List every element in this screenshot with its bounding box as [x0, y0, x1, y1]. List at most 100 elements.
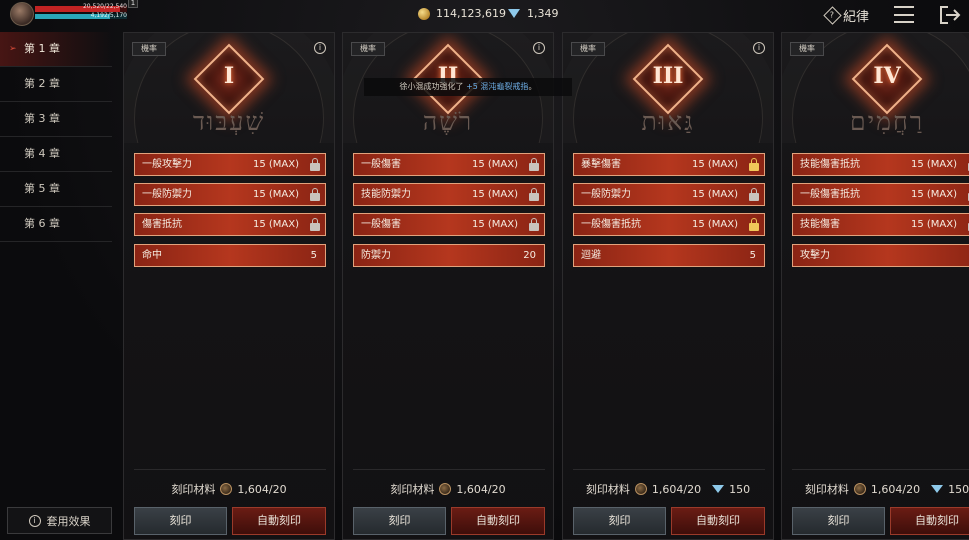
stat-name: 一般傷害	[361, 219, 401, 230]
divider	[792, 469, 969, 470]
material-count: 1,604/20	[870, 482, 921, 496]
arrow-right-icon: ➢	[9, 44, 17, 54]
emblem-inscription: רֹשֶׁה	[422, 107, 474, 136]
chapter-tab-5[interactable]: 第 5 章	[0, 172, 112, 207]
stat-value: 15 (MAX)	[691, 189, 738, 200]
chapter-tab-4[interactable]: 第 4 章	[0, 137, 112, 172]
info-icon[interactable]: i	[533, 42, 545, 54]
gem-currency: 1,349	[508, 7, 559, 20]
stat-value: 15 (MAX)	[910, 219, 957, 230]
probability-button[interactable]: 機率	[790, 42, 824, 56]
question-diamond-icon: ?	[823, 6, 842, 25]
gold-currency: 114,123,619	[418, 7, 506, 20]
diamond-icon	[931, 484, 944, 494]
stat-name: 技能傷害	[800, 219, 840, 230]
auto-engrave-button[interactable]: 自動刻印	[232, 507, 326, 535]
material-cost: 刻印材料 1,604/20 150	[782, 481, 969, 497]
stat-row[interactable]: 一般傷害 15 (MAX)	[353, 213, 545, 236]
emblem-inscription: רַחֲמִים	[849, 107, 925, 136]
stat-row[interactable]: 一般防禦力 15 (MAX)	[134, 183, 326, 206]
stat-row[interactable]: 一般傷害 15 (MAX)	[353, 153, 545, 176]
roman-numeral: III	[652, 63, 684, 89]
material-count: 1,604/20	[237, 482, 287, 496]
stat-value: 15 (MAX)	[252, 189, 299, 200]
stat-value: 15 (MAX)	[910, 189, 957, 200]
engraving-screen: 20,520/22,540 4,192/5,170 1 114,123,619 …	[0, 0, 969, 540]
locked-icon[interactable]	[749, 158, 759, 171]
unlocked-icon[interactable]	[310, 158, 320, 171]
stat-row[interactable]: 暴擊傷害 15 (MAX)	[573, 153, 765, 176]
stat-name: 一般防禦力	[142, 189, 192, 200]
chapter-tab-6[interactable]: 第 6 章	[0, 207, 112, 242]
locked-icon[interactable]	[749, 218, 759, 231]
unlocked-icon[interactable]	[529, 158, 539, 171]
unlocked-icon[interactable]	[529, 218, 539, 231]
exit-icon[interactable]	[939, 5, 961, 25]
auto-engrave-button[interactable]: 自動刻印	[671, 507, 765, 535]
probability-button[interactable]: 機率	[132, 42, 166, 56]
info-icon[interactable]: i	[314, 42, 326, 54]
engrave-material-icon	[853, 483, 866, 495]
roman-numeral: IV	[873, 63, 901, 89]
chapter-tab-1[interactable]: ➢ 第 1 章	[0, 32, 112, 67]
chapter-sidebar: ➢ 第 1 章 第 2 章 第 3 章 第 4 章 第 5 章 第 6 章	[0, 32, 112, 242]
chapter-tab-3[interactable]: 第 3 章	[0, 102, 112, 137]
unlocked-icon[interactable]	[529, 188, 539, 201]
probability-button[interactable]: 機率	[571, 42, 605, 56]
divider	[353, 469, 545, 470]
hamburger-menu-icon[interactable]	[894, 6, 914, 23]
chapter-tab-2[interactable]: 第 2 章	[0, 67, 112, 102]
emblem-inscription: גַּאוּת	[641, 107, 695, 136]
gold-amount: 114,123,619	[436, 7, 506, 20]
roman-numeral: I	[223, 63, 235, 89]
auto-engrave-button[interactable]: 自動刻印	[451, 507, 545, 535]
engraving-card-2: II רֹשֶׁה 機率 i 一般傷害 15 (MAX) 技能防禦力 15 (M…	[342, 32, 554, 540]
stat-row[interactable]: 一般傷害抵抗 15 (MAX)	[573, 213, 765, 236]
stat-row[interactable]: 技能防禦力 15 (MAX)	[353, 183, 545, 206]
stat-row[interactable]: 技能傷害抵抗 15 (MAX)	[792, 153, 969, 176]
toast-item: +5 混沌龜裂戒指	[466, 82, 529, 91]
stat-list: 一般攻擊力 15 (MAX) 一般防禦力 15 (MAX) 傷害抵抗 15 (M…	[134, 153, 326, 274]
stat-row[interactable]: 一般防禦力 15 (MAX)	[573, 183, 765, 206]
stat-value: 15 (MAX)	[691, 219, 738, 230]
discipline-button[interactable]: ? 紀律	[823, 6, 870, 25]
bonus-stat-name: 命中	[142, 250, 162, 261]
gem-amount: 1,349	[527, 7, 559, 20]
bonus-stat-value: 5	[749, 250, 756, 261]
player-avatar[interactable]	[10, 2, 34, 26]
stat-row[interactable]: 傷害抵抗 15 (MAX)	[134, 213, 326, 236]
material-label: 刻印材料	[585, 483, 630, 496]
material-label: 刻印材料	[171, 483, 216, 496]
engrave-button[interactable]: 刻印	[353, 507, 446, 535]
engrave-button[interactable]: 刻印	[573, 507, 666, 535]
gem-cost: 150	[729, 482, 751, 496]
level-badge: 1	[128, 0, 138, 8]
engrave-material-icon	[439, 483, 452, 495]
material-count: 1,604/20	[456, 482, 506, 496]
engrave-button[interactable]: 刻印	[792, 507, 885, 535]
diamond-icon	[712, 484, 725, 494]
engrave-material-icon	[220, 483, 233, 495]
unlocked-icon[interactable]	[310, 188, 320, 201]
unlocked-icon[interactable]	[310, 218, 320, 231]
diamond-icon	[508, 8, 521, 19]
stat-list: 一般傷害 15 (MAX) 技能防禦力 15 (MAX) 一般傷害 15 (MA…	[353, 153, 545, 274]
bonus-stat-row: 攻擊力	[792, 244, 969, 267]
stat-value: 15 (MAX)	[691, 159, 738, 170]
discipline-label: 紀律	[843, 10, 870, 25]
apply-effect-button[interactable]: i 套用效果	[7, 507, 112, 534]
enhance-notification: 徐小混成功強化了 +5 混沌龜裂戒指。	[364, 78, 572, 96]
info-icon[interactable]: i	[753, 42, 765, 54]
stat-row[interactable]: 一般攻擊力 15 (MAX)	[134, 153, 326, 176]
probability-button[interactable]: 機率	[351, 42, 385, 56]
material-count: 1,604/20	[651, 482, 702, 496]
stat-row[interactable]: 一般傷害抵抗 15 (MAX)	[792, 183, 969, 206]
engrave-button[interactable]: 刻印	[134, 507, 227, 535]
stat-row[interactable]: 技能傷害 15 (MAX)	[792, 213, 969, 236]
auto-engrave-button[interactable]: 自動刻印	[890, 507, 969, 535]
gem-cost: 150	[948, 482, 969, 496]
unlocked-icon[interactable]	[749, 188, 759, 201]
bonus-stat-value: 20	[523, 250, 536, 261]
mp-text: 4,192/5,170	[90, 12, 127, 19]
engraving-card-4: IV רַחֲמִים 機率 i 技能傷害抵抗 15 (MAX) 一般傷害抵抗 …	[781, 32, 969, 540]
